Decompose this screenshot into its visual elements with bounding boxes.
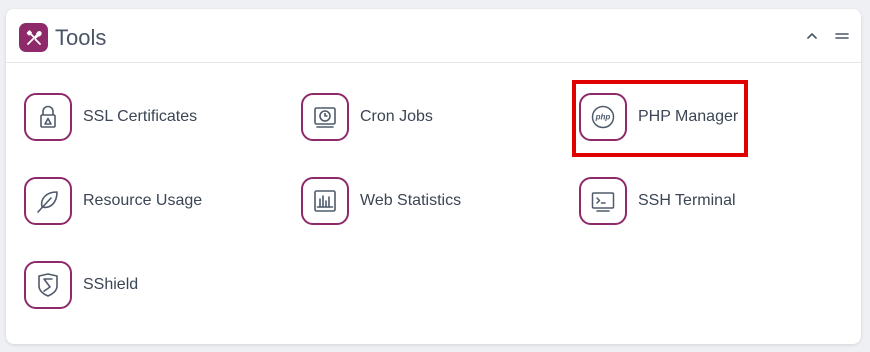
terminal-icon — [579, 177, 627, 225]
tool-resource-usage[interactable]: Resource Usage — [24, 177, 202, 225]
panel-title: Tools — [55, 25, 107, 50]
tool-label: Web Statistics — [360, 192, 462, 209]
tools-icon — [19, 23, 48, 52]
clock-icon — [301, 93, 349, 141]
tool-label: Cron Jobs — [360, 108, 433, 125]
chevron-up-icon — [807, 33, 817, 39]
tool-label: SShield — [83, 276, 139, 293]
tool-web-statistics[interactable]: Web Statistics — [301, 177, 461, 225]
tool-label: Resource Usage — [83, 192, 203, 209]
tools-panel: Tools SSL Certificates Cron Jobs php PHP… — [6, 9, 861, 344]
tool-label: SSL Certificates — [83, 108, 198, 125]
tool-label: SSH Terminal — [638, 192, 736, 209]
lock-icon — [24, 93, 72, 141]
tool-cron-jobs[interactable]: Cron Jobs — [301, 93, 433, 141]
bar-chart-icon — [301, 177, 349, 225]
tool-sshield[interactable]: SShield — [24, 261, 138, 309]
panel-menu-button[interactable] — [832, 26, 852, 46]
leaf-icon — [24, 177, 72, 225]
panel-header: Tools — [6, 9, 861, 63]
tool-ssl-certificates[interactable]: SSL Certificates — [24, 93, 197, 141]
highlight-box — [572, 80, 748, 157]
tool-ssh-terminal[interactable]: SSH Terminal — [579, 177, 736, 225]
menu-icon — [835, 33, 849, 39]
shield-icon — [24, 261, 72, 309]
collapse-button[interactable] — [802, 26, 822, 46]
